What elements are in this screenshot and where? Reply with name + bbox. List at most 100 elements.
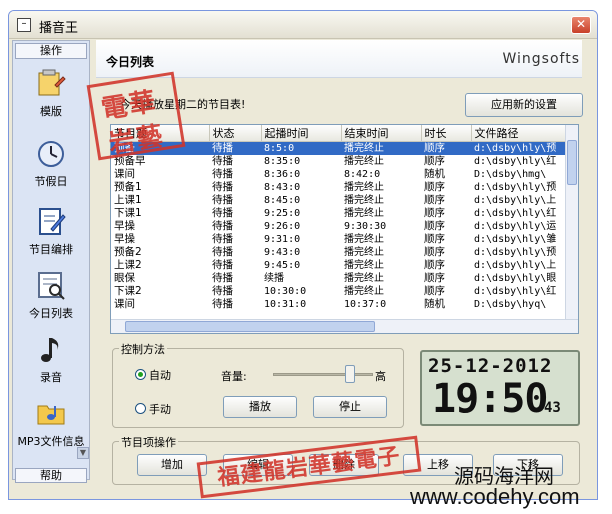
table-cell: 下课1	[114, 207, 142, 219]
volume-slider-thumb[interactable]	[345, 365, 355, 383]
table-cell: 顺序	[424, 194, 445, 206]
control-method-group: 控制方法 自动 手动 音量: 高 播放 停止	[112, 341, 404, 428]
table-cell: d:\dsby\hly\雏	[474, 234, 557, 245]
holiday-clock-icon	[38, 141, 64, 167]
sidebar-item-holiday[interactable]: 节假日	[13, 137, 89, 197]
table-cell: 9:26:0	[264, 221, 301, 232]
table-cell: 待播	[212, 168, 233, 180]
table-cell: 顺序	[424, 259, 445, 271]
sidebar-item-record[interactable]: 录音	[13, 333, 89, 393]
table-cell: d:\dsby\hly\红	[474, 286, 557, 297]
radio-dot	[135, 403, 146, 414]
table-row[interactable]: 预备2 待播 9:43:0 播完终止 顺序 d:\dsby\hly\预	[111, 246, 567, 259]
red-seal-stamp: 電華 岩藝	[86, 71, 186, 161]
table-cell: d:\dsby\hly\上	[474, 260, 557, 271]
radio-label: 自动	[149, 369, 171, 382]
table-cell: 播完终止	[341, 141, 421, 155]
title-bar[interactable]: 播音王 ✕	[9, 11, 597, 39]
table-cell: d:\dsby\hly\红	[474, 156, 557, 167]
table-cell: 顺序	[424, 246, 445, 258]
column-header[interactable]: 时长	[421, 125, 472, 142]
table-cell: 早操	[114, 220, 135, 232]
table-cell: 播完终止	[344, 182, 384, 193]
sidebar-footer-help[interactable]: 帮助	[15, 468, 87, 483]
manual-radio[interactable]: 手动	[135, 401, 171, 417]
table-cell: 上课1	[114, 194, 142, 206]
table-cell: 8:43:0	[264, 182, 301, 193]
table-row[interactable]: 课间 待播 10:31:0 10:37:0 随机 D:\dsby\hyq\	[111, 298, 567, 311]
sidebar-item-label: 节目编排	[29, 243, 73, 256]
table-row[interactable]: 预备1 待播 8:43:0 播完终止 顺序 d:\dsby\hly\预	[111, 181, 567, 194]
table-cell: 9:30:30	[344, 221, 387, 232]
clock-time: 19:50	[432, 376, 548, 422]
sidebar-scroll-down[interactable]: ▼	[77, 447, 89, 459]
table-cell: 待播	[212, 272, 233, 284]
table-cell: 播完终止	[344, 156, 384, 167]
sidebar: 操作 模版 节假日 节目编排 今日列表 录音 MP3文件信息 ▼ 帮助	[12, 40, 90, 483]
apply-settings-button[interactable]: 应用新的设置	[465, 93, 583, 117]
sidebar-item-label: 节假日	[34, 175, 68, 188]
scroll-thumb[interactable]	[125, 321, 375, 332]
volume-slider-track[interactable]	[273, 373, 373, 376]
sidebar-item-label: 模版	[40, 105, 62, 118]
table-cell: d:\dsby\hly\红	[474, 208, 557, 219]
table-cell: 顺序	[424, 220, 445, 232]
sidebar-item-program-edit[interactable]: 节目编排	[13, 205, 89, 265]
table-row[interactable]: 下课1 待播 9:25:0 播完终止 顺序 d:\dsby\hly\红	[111, 207, 567, 220]
table-row[interactable]: 早操 待播 9:26:0 9:30:30 顺序 d:\dsby\hly\运	[111, 220, 567, 233]
table-cell: 待播	[212, 246, 233, 258]
table-cell: 8:5:0	[261, 141, 341, 155]
column-header[interactable]: 结束时间	[341, 125, 422, 142]
table-cell: 待播	[212, 155, 233, 167]
table-cell: 顺序	[424, 233, 445, 245]
table-row[interactable]: 课间 待播 8:36:0 8:42:0 随机 D:\dsby\hmg\	[111, 168, 567, 181]
table-row[interactable]: 预备早 待播 8:35:0 播完终止 顺序 d:\dsby\hly\红	[111, 155, 567, 168]
sidebar-item-today-list[interactable]: 今日列表	[13, 269, 89, 329]
table-cell: d:\dsby\hly\眼	[474, 273, 557, 284]
table-cell: 待播	[212, 220, 233, 232]
table-row[interactable]: 上课1 待播 8:45:0 播完终止 顺序 d:\dsby\hly\上	[111, 194, 567, 207]
table-row[interactable]: 眼保 待播 续播 播完终止 顺序 d:\dsby\hly\眼	[111, 272, 567, 285]
table-vertical-scrollbar[interactable]	[565, 125, 578, 319]
table-cell: 10:31:0	[264, 299, 307, 310]
sidebar-header[interactable]: 操作	[15, 43, 87, 59]
table-row[interactable]: 上课2 待播 9:45:0 播完终止 顺序 d:\dsby\hly\上	[111, 259, 567, 272]
table-cell: 10:37:0	[344, 299, 387, 310]
table-cell: 待播	[212, 233, 233, 245]
stop-button[interactable]: 停止	[313, 396, 387, 418]
table-horizontal-scrollbar[interactable]	[111, 319, 578, 333]
volume-high-label: 高	[375, 370, 386, 383]
music-note-icon	[41, 338, 59, 362]
column-header[interactable]: 文件路径	[471, 125, 568, 142]
mp3-folder-icon	[37, 405, 65, 425]
table-cell: 顺序	[424, 285, 445, 297]
table-cell: 8:42:0	[344, 169, 381, 180]
auto-radio[interactable]: 自动	[135, 367, 171, 383]
table-cell: 顺序	[421, 141, 471, 155]
table-cell: D:\dsby\hmg\	[474, 169, 547, 180]
table-cell: 9:45:0	[264, 260, 301, 271]
table-cell: 待播	[212, 207, 233, 219]
sidebar-item-label: 今日列表	[29, 307, 73, 320]
table-row[interactable]: 下课2 待播 10:30:0 播完终止 顺序 d:\dsby\hly\红	[111, 285, 567, 298]
table-cell: 下课2	[114, 285, 142, 297]
column-header[interactable]: 起播时间	[261, 125, 342, 142]
table-cell: 待播	[212, 181, 233, 193]
close-button[interactable]: ✕	[571, 16, 591, 34]
table-cell: D:\dsby\hyq\	[474, 299, 547, 310]
lcd-clock: 25-12-2012 19:50 43	[420, 350, 580, 426]
today-list-icon	[38, 272, 65, 300]
play-button[interactable]: 播放	[223, 396, 297, 418]
column-header[interactable]: 状态	[209, 125, 262, 142]
group-label: 节目项操作	[119, 434, 178, 450]
scroll-thumb[interactable]	[567, 140, 577, 185]
table-cell: 9:31:0	[264, 234, 301, 245]
table-row[interactable]: 早操 待播 9:31:0 播完终止 顺序 d:\dsby\hly\雏	[111, 233, 567, 246]
table-cell: 待播	[212, 194, 233, 206]
sidebar-item-template[interactable]: 模版	[13, 67, 89, 127]
window-title: 播音王	[39, 21, 79, 36]
radio-label: 手动	[149, 403, 171, 416]
table-cell: 续播	[264, 273, 284, 284]
volume-label: 音量:	[221, 370, 247, 383]
clock-seconds: 43	[544, 400, 561, 416]
